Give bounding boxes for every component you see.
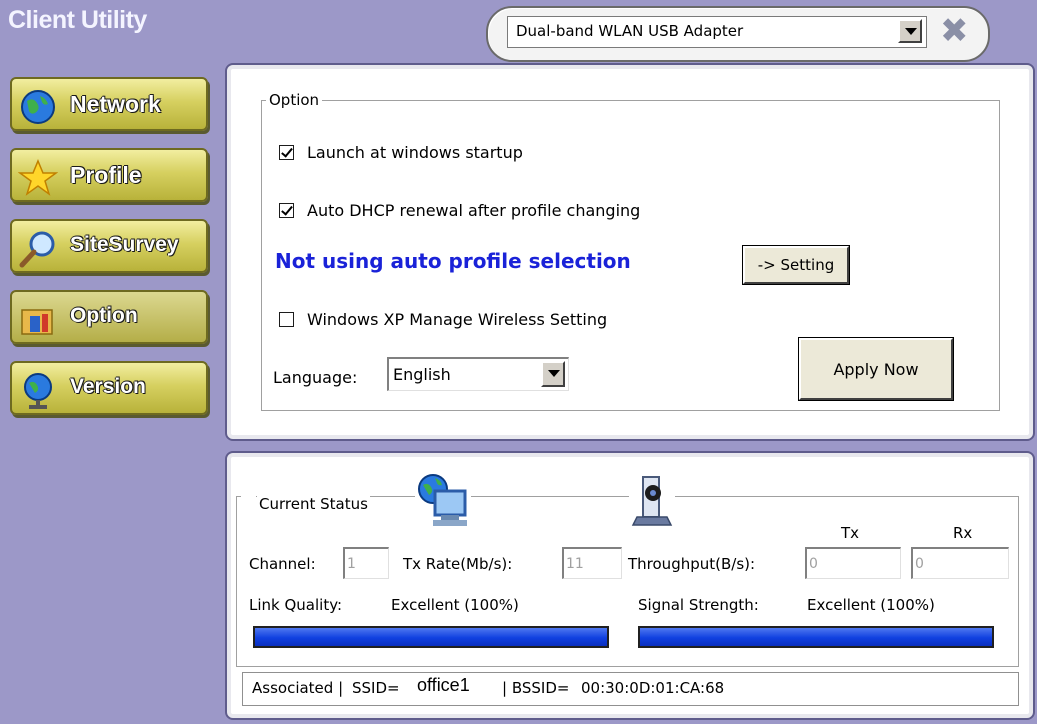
signal-strength-label: Signal Strength:	[638, 596, 759, 614]
launch-startup-label: Launch at windows startup	[307, 143, 523, 162]
sidebar-item-version[interactable]: Version	[10, 361, 208, 415]
xp-manage-checkbox[interactable]	[279, 312, 294, 327]
ssid-value: office1	[417, 675, 470, 695]
adapter-select-value: Dual-band WLAN USB Adapter	[516, 22, 744, 40]
language-label: Language:	[273, 368, 358, 387]
link-quality-label: Link Quality:	[249, 596, 343, 614]
sidebar-item-profile[interactable]: Profile	[10, 148, 208, 202]
webcam-icon	[629, 473, 675, 531]
auto-dhcp-checkbox[interactable]	[279, 203, 294, 218]
setting-button[interactable]: -> Setting	[742, 245, 850, 285]
language-select-value: English	[393, 365, 451, 384]
throughput-tx-field: 0	[805, 547, 901, 579]
sidebar-item-label: Profile	[70, 162, 142, 188]
sidebar-item-sitesurvey[interactable]: SiteSurvey	[10, 219, 208, 273]
throughput-label: Throughput(B/s):	[628, 555, 756, 573]
association-state: Associated |	[252, 679, 344, 697]
ssid-label: SSID=	[352, 679, 400, 697]
folder-tools-icon	[21, 309, 53, 335]
link-quality-bar-fill	[255, 628, 607, 646]
throughput-rx-field: 0	[911, 547, 1009, 579]
bssid-label: | BSSID=	[502, 679, 570, 697]
app-title: Client Utility	[8, 6, 147, 34]
globe-stand-icon	[24, 373, 52, 409]
rx-header: Rx	[953, 524, 973, 542]
computer-globe-icon	[415, 473, 471, 531]
sidebar-item-network[interactable]: Network	[10, 77, 208, 131]
sidebar-item-option[interactable]: Option	[10, 290, 208, 344]
association-status-bar: Associated | SSID= office1 | BSSID= 00:3…	[242, 672, 1019, 706]
apply-now-button[interactable]: Apply Now	[798, 337, 954, 401]
status-panel: x Current Status Tx Rx Channel: 1 Tx Rat…	[225, 451, 1035, 720]
xp-manage-label: Windows XP Manage Wireless Setting	[307, 310, 608, 329]
link-quality-value: Excellent (100%)	[391, 596, 519, 614]
sidebar-item-label: Option	[70, 304, 138, 327]
language-select[interactable]: English	[387, 357, 569, 391]
signal-strength-value: Excellent (100%)	[807, 596, 935, 614]
close-icon[interactable]: ✖	[940, 14, 969, 48]
option-group-label: Option	[269, 91, 320, 109]
auto-dhcp-label: Auto DHCP renewal after profile changing	[307, 201, 641, 220]
adapter-select[interactable]: Dual-band WLAN USB Adapter	[507, 16, 927, 48]
sidebar-item-label: SiteSurvey	[70, 233, 179, 256]
sidebar-item-label: Version	[70, 375, 146, 398]
tx-rate-field: 11	[562, 547, 622, 579]
auto-profile-status: Not using auto profile selection	[275, 249, 631, 273]
tx-header: Tx	[841, 524, 860, 542]
option-panel: Option Launch at windows startup Auto DH…	[225, 63, 1035, 441]
tx-rate-label: Tx Rate(Mb/s):	[403, 555, 513, 573]
channel-field: 1	[343, 547, 389, 579]
globe-icon	[21, 90, 55, 124]
signal-strength-bar-fill	[640, 628, 992, 646]
bssid-value: 00:30:0D:01:CA:68	[581, 679, 725, 697]
channel-label: Channel:	[249, 555, 316, 573]
launch-startup-checkbox[interactable]	[279, 145, 294, 160]
star-icon	[18, 159, 58, 196]
adapter-dropdown-arrow-icon[interactable]	[898, 19, 922, 43]
status-group-label: Current Status	[257, 495, 370, 513]
link-quality-bar	[253, 626, 609, 648]
sidebar-item-label: Network	[70, 91, 161, 117]
signal-strength-bar	[638, 626, 994, 648]
language-dropdown-arrow-icon[interactable]	[541, 361, 565, 387]
magnifier-icon	[19, 231, 55, 268]
